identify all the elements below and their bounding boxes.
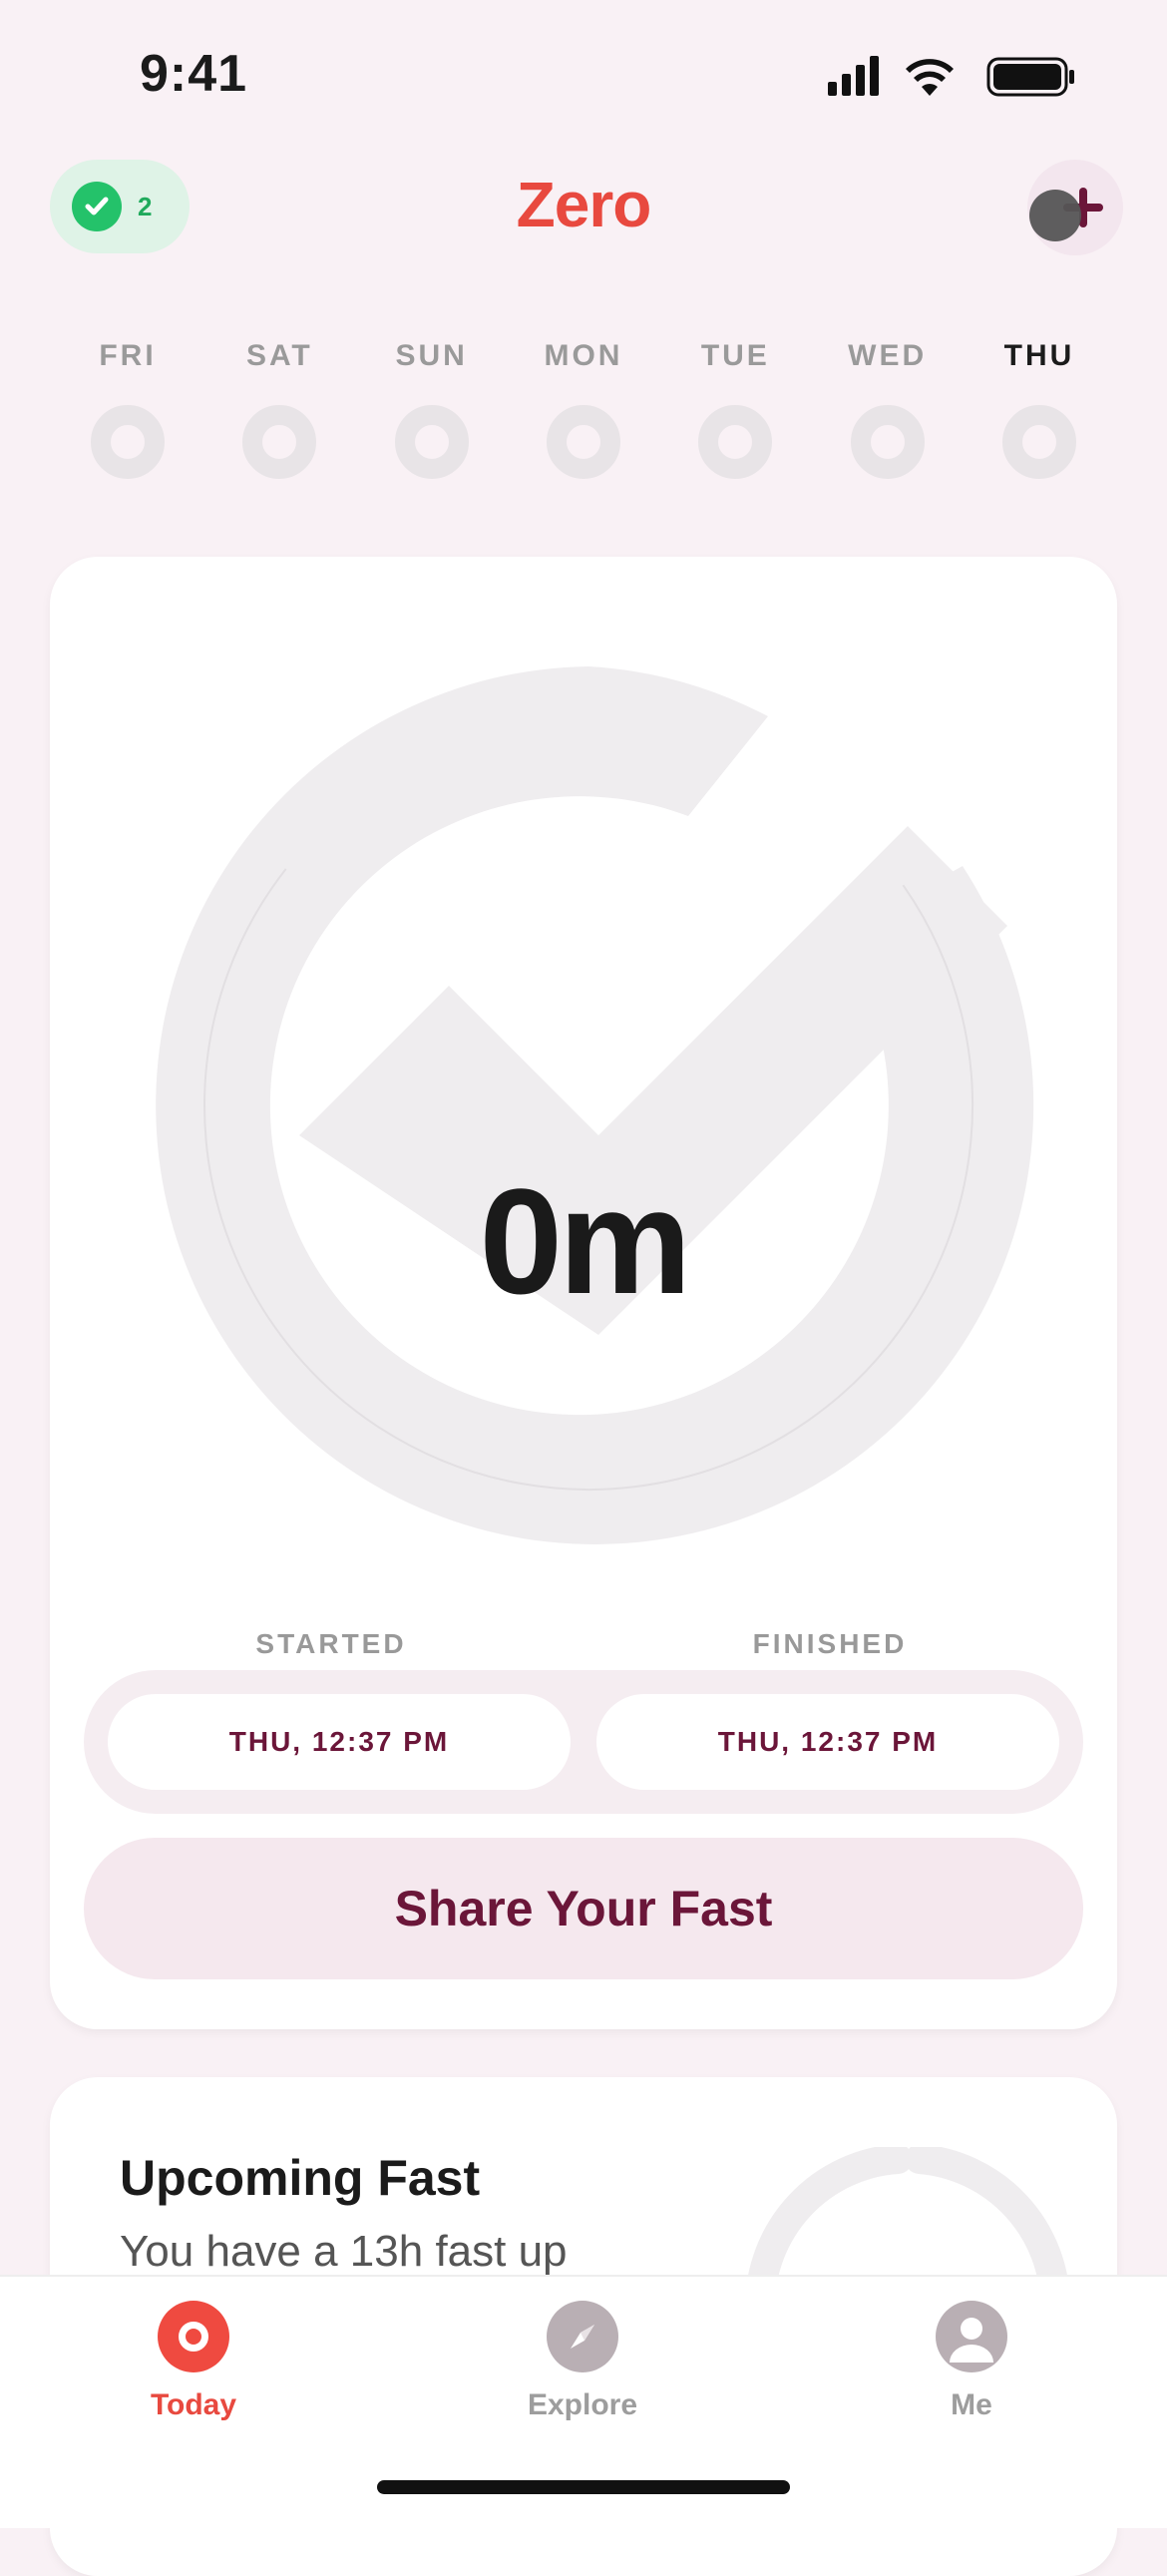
add-fast-button[interactable] [1027,160,1123,255]
touch-indicator [1029,190,1081,241]
day-progress-ring [394,405,469,479]
day-sat[interactable]: SAT [229,339,329,479]
finished-label: FINISHED [752,1628,908,1659]
day-sun[interactable]: SUN [382,339,482,479]
wifi-icon [906,59,954,96]
fast-card: 0m STARTED FINISHED THU, 12:37 PM THU, 1… [50,557,1117,2029]
upcoming-description: You have a 13h fast up [120,2227,568,2276]
day-label: THU [1003,339,1075,372]
day-progress-ring [91,405,165,479]
day-progress-ring [698,405,773,479]
app-title: Zero [516,169,652,240]
day-label: TUE [700,339,770,372]
tab-label: Explore [527,2388,638,2421]
elapsed-time: 0m [479,1157,692,1325]
day-progress-ring [1001,405,1076,479]
timer-ring-track [156,666,1034,1544]
week-strip: FRI SAT SUN MON TUE WED THU [78,339,1089,479]
battery-icon [986,57,1074,97]
status-icons [828,56,1074,97]
day-label: FRI [99,339,157,372]
day-tue[interactable]: TUE [685,339,785,479]
day-fri[interactable]: FRI [78,339,178,479]
cellular-signal-icon [828,56,879,96]
day-label: SAT [245,339,313,372]
tab-me[interactable]: Me [872,2301,1071,2422]
profile-icon [936,2301,1007,2372]
day-label: SUN [395,339,468,372]
day-progress-ring [850,405,925,479]
day-label: MON [544,339,623,372]
tab-label: Today [150,2388,237,2421]
finish-time-button[interactable]: THU, 12:37 PM [596,1694,1059,1790]
home-indicator[interactable] [377,2480,790,2494]
day-thu[interactable]: THU [989,339,1089,479]
day-label: WED [848,339,928,372]
tab-label: Me [951,2388,992,2421]
start-time-button[interactable]: THU, 12:37 PM [108,1694,571,1790]
day-progress-ring [546,405,620,479]
status-time: 9:41 [140,45,248,103]
tab-today[interactable]: Today [94,2301,293,2422]
compass-icon [547,2301,618,2372]
share-fast-button[interactable]: Share Your Fast [84,1838,1083,1979]
tab-explore[interactable]: Explore [483,2301,682,2422]
started-label: STARTED [255,1628,407,1659]
today-icon [158,2301,229,2372]
day-mon[interactable]: MON [534,339,633,479]
upcoming-title: Upcoming Fast [120,2150,481,2206]
fast-timer-ring[interactable] [120,637,1057,1574]
day-progress-ring [242,405,317,479]
day-wed[interactable]: WED [838,339,938,479]
